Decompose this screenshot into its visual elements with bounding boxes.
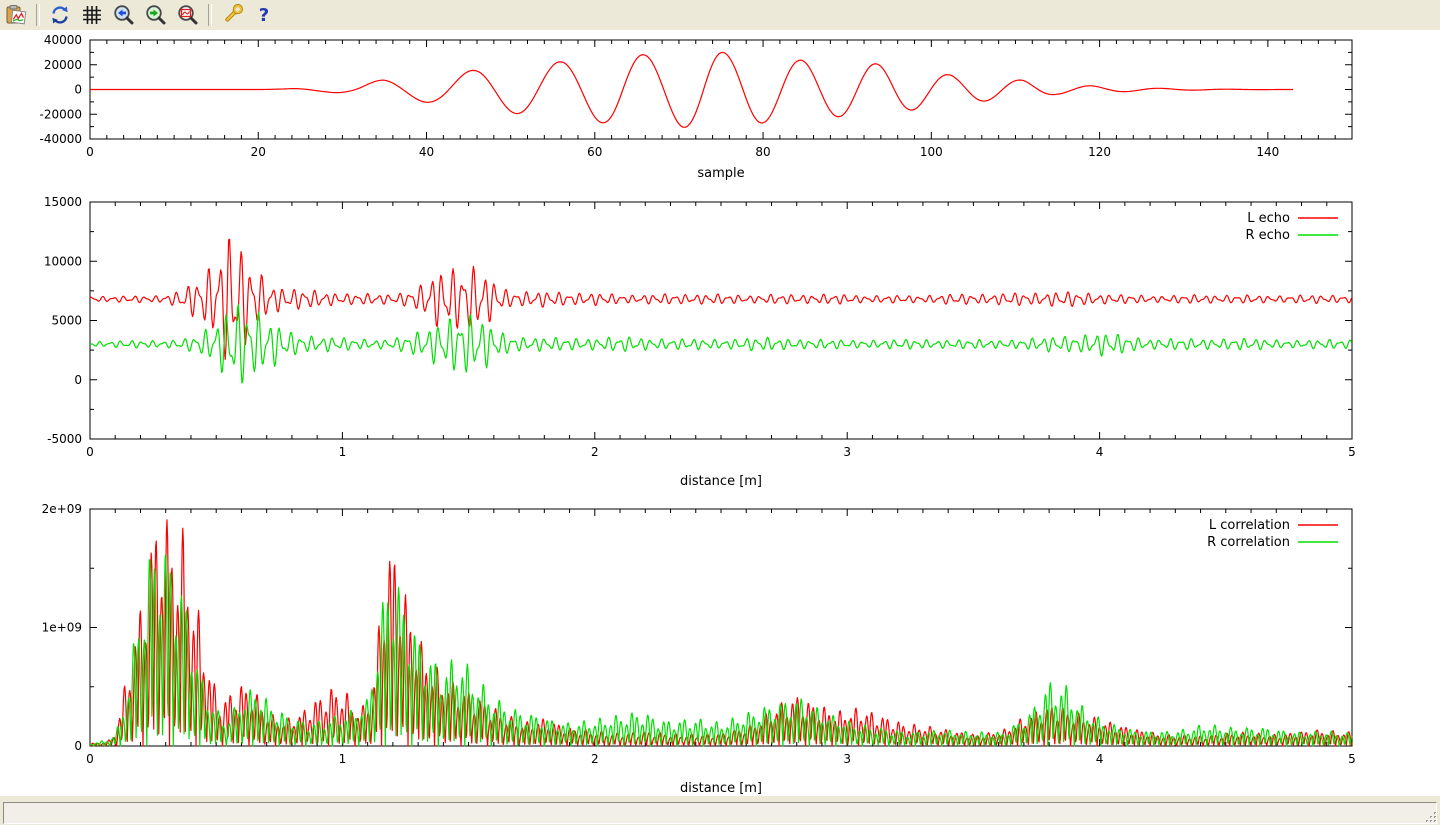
svg-text:40000: 40000 [44, 33, 82, 47]
configure-button[interactable] [218, 1, 246, 29]
toolbar-separator [36, 4, 40, 26]
status-bar [0, 795, 1440, 825]
x-axis-label: distance [m] [680, 781, 762, 795]
svg-text:L echo: L echo [1247, 211, 1290, 226]
svg-text:1: 1 [339, 445, 347, 459]
svg-text:5: 5 [1348, 445, 1356, 459]
svg-text:3: 3 [843, 752, 851, 766]
svg-text:10000: 10000 [44, 254, 82, 268]
toolbar: ? [0, 0, 1440, 31]
export-plot-icon [5, 4, 27, 26]
help-icon: ? [253, 4, 275, 26]
plots-svg: 020406080100120140-40000-200000200004000… [0, 30, 1440, 795]
svg-text:0: 0 [74, 373, 82, 387]
svg-text:100: 100 [920, 145, 943, 159]
zoom-next-button[interactable] [142, 1, 170, 29]
zoom-previous-button[interactable] [110, 1, 138, 29]
svg-text:0: 0 [74, 739, 82, 753]
svg-text:0: 0 [86, 145, 94, 159]
svg-text:2: 2 [591, 752, 599, 766]
svg-text:0: 0 [74, 83, 82, 97]
refresh-button[interactable] [46, 1, 74, 29]
tick-labels: 0 1 2 3 4 5 -5000 0 5000 10000 15000 [44, 195, 1356, 459]
export-plot-button[interactable] [2, 1, 30, 29]
svg-text:140: 140 [1256, 145, 1279, 159]
series-line [90, 239, 1352, 359]
svg-text:-40000: -40000 [39, 132, 82, 146]
svg-text:1e+09: 1e+09 [42, 621, 82, 635]
svg-text:60: 60 [587, 145, 602, 159]
svg-text:4: 4 [1096, 752, 1104, 766]
toolbar-separator [208, 4, 212, 26]
legend: L echo R echo [1245, 211, 1338, 243]
grid-button[interactable] [78, 1, 106, 29]
series-line [90, 52, 1293, 127]
svg-text:20000: 20000 [44, 58, 82, 72]
svg-text:?: ? [259, 5, 269, 26]
plot-1: 0 20 40 60 80 100 120 140 -40000 -20000 0 20000 4000… [39, 33, 1352, 181]
svg-text:20: 20 [251, 145, 266, 159]
svg-text:2e+09: 2e+09 [42, 502, 82, 516]
axes [90, 202, 1352, 439]
zoom-previous-icon [113, 4, 135, 26]
svg-text:-20000: -20000 [39, 107, 82, 121]
axes [90, 509, 1352, 746]
legend: L correlation R correlation [1207, 518, 1338, 550]
gnuplot-window: ? 020406080100120140-40000-2000002000040… [0, 0, 1440, 825]
plot-3: 0 1 2 3 4 5 0 1e+09 2e+09 distance [m] L correlati… [42, 502, 1356, 795]
svg-text:40: 40 [419, 145, 434, 159]
svg-text:2: 2 [591, 445, 599, 459]
svg-text:R echo: R echo [1245, 228, 1290, 243]
svg-text:1: 1 [339, 752, 347, 766]
x-axis-label: sample [697, 166, 744, 181]
plot-2: 0 1 2 3 4 5 -5000 0 5000 10000 15000 distance [m] L … [44, 195, 1356, 489]
x-axis-label: distance [m] [680, 474, 762, 489]
svg-text:80: 80 [755, 145, 770, 159]
svg-text:L correlation: L correlation [1209, 518, 1290, 533]
zoom-next-icon [145, 4, 167, 26]
plot-canvas[interactable]: 020406080100120140-40000-200000200004000… [0, 30, 1440, 795]
svg-text:15000: 15000 [44, 195, 82, 209]
series-line [90, 520, 1352, 746]
tick-labels: 0 20 40 60 80 100 120 140 -40000 -20000 0 20000 4000… [39, 33, 1279, 159]
svg-text:0: 0 [86, 752, 94, 766]
grid-icon [81, 4, 103, 26]
svg-text:R correlation: R correlation [1207, 535, 1290, 550]
refresh-icon [49, 4, 71, 26]
resize-grip-icon[interactable] [1423, 809, 1438, 824]
svg-text:3: 3 [843, 445, 851, 459]
svg-text:0: 0 [86, 445, 94, 459]
series-line [90, 554, 1352, 746]
configure-icon [221, 4, 243, 26]
help-button[interactable]: ? [250, 1, 278, 29]
svg-text:5000: 5000 [51, 314, 82, 328]
status-message [3, 802, 1437, 824]
svg-text:120: 120 [1088, 145, 1111, 159]
svg-text:-5000: -5000 [47, 432, 82, 446]
svg-text:4: 4 [1096, 445, 1104, 459]
series-line [90, 305, 1352, 383]
zoom-region-icon [177, 4, 199, 26]
zoom-region-button[interactable] [174, 1, 202, 29]
svg-text:5: 5 [1348, 752, 1356, 766]
